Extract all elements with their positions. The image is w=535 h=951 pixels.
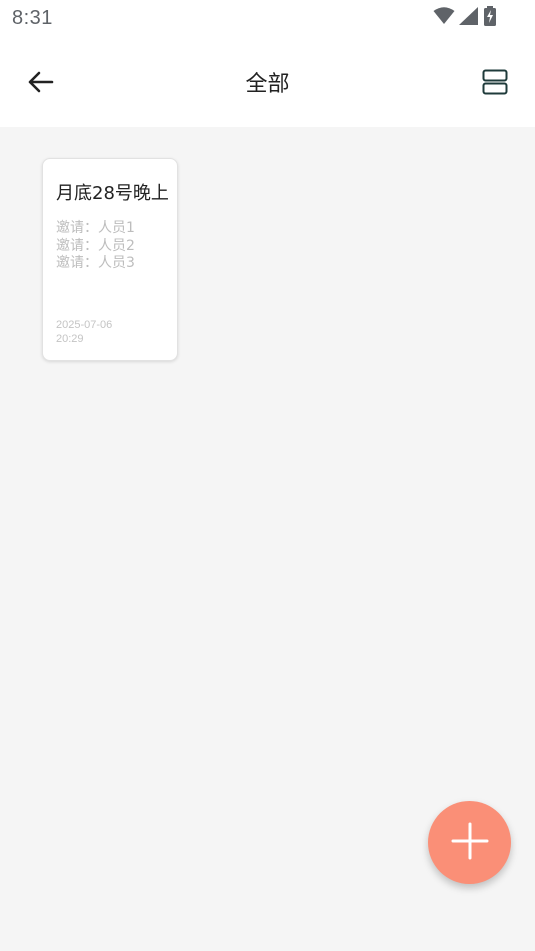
note-title: 月底28号晚上 [56,183,169,204]
wifi-icon [433,7,455,29]
note-date: 2025-07-06 20:29 [56,319,113,345]
invite-line: 邀请：人员2 [56,237,135,254]
plus-icon [451,822,489,864]
app-bar: 全部 [0,38,535,127]
layout-toggle-button[interactable] [477,66,513,102]
cellular-signal-icon [459,7,479,29]
page-title: 全部 [245,72,290,97]
status-icons [433,6,497,30]
status-time: 8:31 [12,7,53,29]
status-bar: 8:31 [0,0,535,38]
note-card[interactable]: 月底28号晚上 邀请：人员1 邀请：人员2 邀请：人员3 2025-07-06 … [42,158,178,361]
battery-charging-icon [483,6,497,30]
invite-line: 邀请：人员1 [56,220,135,236]
list-layout-icon [482,69,508,99]
add-note-button[interactable] [428,801,511,884]
note-invites: 邀请：人员1 邀请：人员2 邀请：人员3 [56,220,135,273]
invite-line: 邀请：人员3 [56,255,135,271]
